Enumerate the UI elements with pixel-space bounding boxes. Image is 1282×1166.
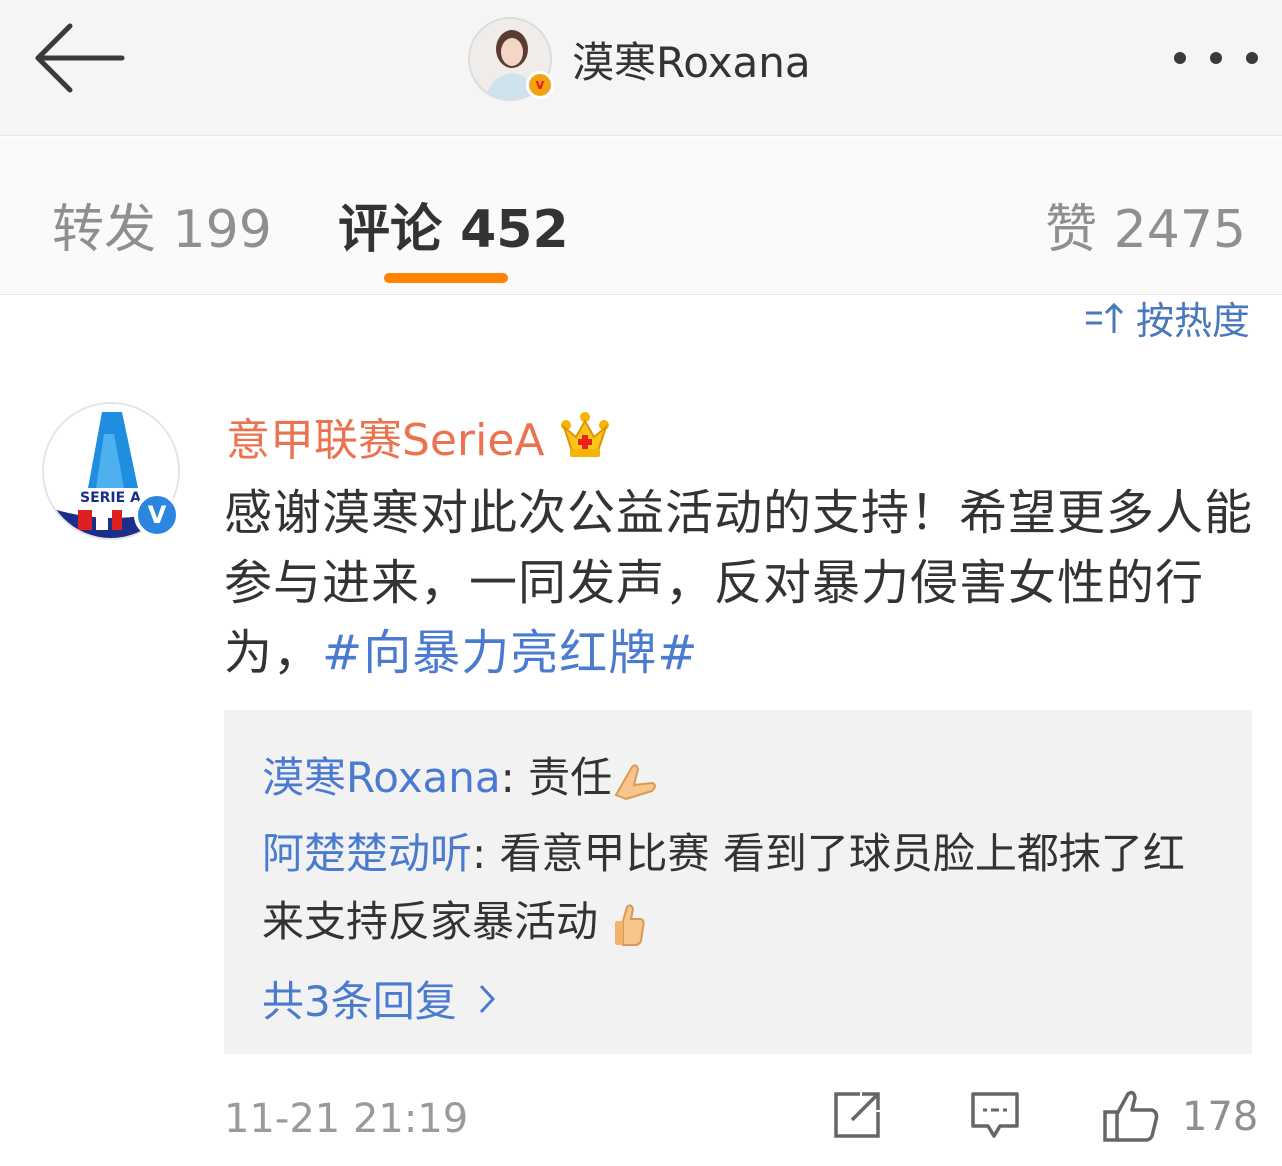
more-dots-icon [1174,52,1186,64]
tab-repost[interactable]: 转发 199 [52,187,272,262]
folded-hands-emoji-icon [614,763,657,800]
crown-icon[interactable] [558,409,612,463]
arrow-left-icon [35,23,125,93]
verified-badge-label: V [147,501,167,529]
back-button[interactable] [30,18,130,98]
more-dots-icon [1210,52,1222,64]
comment-timestamp: 11-21 21:19 [224,1096,469,1142]
vip-badge-icon: v [526,71,554,99]
header-user-name[interactable]: 漠寒Roxana [572,29,811,90]
reply-preview-box[interactable]: 漠寒Roxana: 责任 阿楚楚动听: 看意甲比赛 看到了球员脸上都抹了红来支持… [224,710,1252,1054]
more-dots-icon [1246,52,1258,64]
reply-text: 责任 [528,753,613,802]
reply-separator: : [500,753,529,802]
svg-text:SERIE A: SERIE A [80,490,141,506]
tab-comments[interactable]: 评论 452 [338,187,569,262]
comment-author-name[interactable]: 意甲联赛SerieA [226,404,544,468]
like-button[interactable]: 178 [1102,1090,1258,1144]
share-button[interactable] [832,1090,884,1144]
sort-icon [1085,302,1124,333]
chevron-right-icon [479,984,495,1013]
vip-badge-label: v [535,77,545,93]
reply-item: 阿楚楚动听: 看意甲比赛 看到了球员脸上都抹了红来支持反家暴活动 [262,820,1222,956]
thumbs-up-icon [1103,1090,1159,1142]
reply-separator: : [472,829,500,878]
more-replies-label: 共3条回复 [262,977,457,1026]
hashtag-link[interactable]: #向暴力亮红牌# [322,625,698,681]
like-count: 178 [1182,1094,1259,1140]
reply-user-name[interactable]: 漠寒Roxana [262,753,501,802]
comment-icon [971,1092,1019,1138]
comment-body: 感谢漠寒对此次公益活动的支持！希望更多人能参与进来，一同发声，反对暴力侵害女性的… [224,478,1258,688]
top-bar: v 漠寒Roxana [0,0,1282,136]
share-icon [834,1092,880,1138]
header-profile[interactable]: v 漠寒Roxana [468,14,811,104]
verified-badge-icon: V [134,492,180,538]
sort-by-hot-button[interactable]: 按热度 [1084,290,1250,345]
tab-bar: 转发 199 评论 452 赞 2475 [0,137,1282,295]
tab-likes[interactable]: 赞 2475 [1045,187,1246,262]
thumbs-up-emoji-icon [615,903,646,946]
view-more-replies-link[interactable]: 共3条回复 [262,968,497,1029]
reply-button[interactable] [970,1090,1020,1144]
reply-item: 漠寒Roxana: 责任 [262,744,658,812]
reply-user-name[interactable]: 阿楚楚动听 [262,829,472,878]
active-tab-indicator [384,273,508,283]
more-button[interactable] [1174,46,1258,70]
sort-label: 按热度 [1135,299,1250,343]
